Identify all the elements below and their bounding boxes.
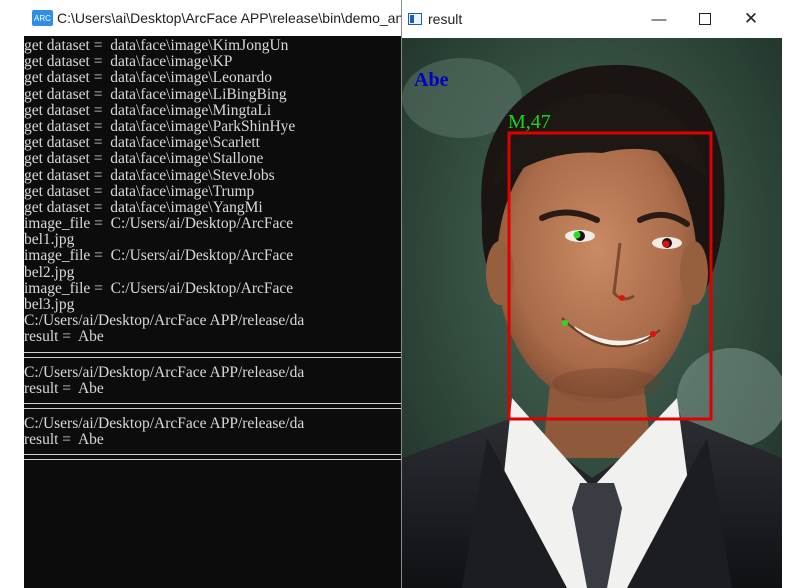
console-line: result = Abe bbox=[24, 329, 104, 346]
console-line: C:/Users/ai/Desktop/ArcFace APP/release/… bbox=[24, 313, 305, 330]
console-line: image_file = C:/Users/ai/Desktop/ArcFace bbox=[24, 216, 294, 233]
result-image: Abe M,47 bbox=[402, 38, 782, 588]
overlay-name-label: Abe bbox=[414, 69, 449, 91]
separator-line bbox=[24, 454, 404, 461]
console-line: get dataset = data\face\image\Stallone bbox=[24, 151, 264, 168]
console-line: get dataset = data\face\image\KP bbox=[24, 54, 233, 71]
console-line: get dataset = data\face\image\LiBingBing bbox=[24, 86, 287, 103]
console-title: C:\Users\ai\Desktop\ArcFace APP\release\… bbox=[56, 10, 404, 26]
result-titlebar[interactable]: result — ✕ bbox=[402, 0, 782, 38]
console-block-result-3: C:/Users/ai/Desktop/ArcFace APP/release/… bbox=[24, 416, 404, 448]
console-line: C:/Users/ai/Desktop/ArcFace APP/release/… bbox=[24, 364, 305, 381]
maximize-icon bbox=[699, 13, 711, 25]
console-line: get dataset = data\face\image\YangMi bbox=[24, 199, 263, 216]
console-app-icon: ARC bbox=[32, 10, 53, 26]
console-line: get dataset = data\face\image\MingtaLi bbox=[24, 102, 272, 119]
console-line: result = Abe bbox=[24, 432, 104, 449]
landmark-mouth-left bbox=[562, 320, 568, 326]
console-line: bel2.jpg bbox=[24, 264, 75, 281]
console-line: get dataset = data\face\image\Scarlett bbox=[24, 135, 260, 152]
window-icon bbox=[408, 13, 422, 25]
separator-line bbox=[24, 402, 404, 409]
console-line: get dataset = data\face\image\ParkShinHy… bbox=[24, 118, 296, 135]
console-line: get dataset = data\face\image\Trump bbox=[24, 183, 255, 200]
overlay-gender-age-label: M,47 bbox=[508, 111, 551, 133]
console-line: bel3.jpg bbox=[24, 297, 75, 313]
minimize-icon: — bbox=[651, 10, 667, 28]
console-titlebar[interactable]: ARC C:\Users\ai\Desktop\ArcFace APP\rele… bbox=[24, 0, 404, 36]
console-line: bel1.jpg bbox=[24, 232, 75, 249]
console-line: image_file = C:/Users/ai/Desktop/ArcFace bbox=[24, 280, 294, 297]
face-photo: Abe M,47 bbox=[402, 38, 782, 588]
console-line: get dataset = data\face\image\Leonardo bbox=[24, 70, 273, 87]
console-line: C:/Users/ai/Desktop/ArcFace APP/release/… bbox=[24, 415, 305, 432]
minimize-button[interactable]: — bbox=[636, 0, 682, 38]
console-block-result-2: C:/Users/ai/Desktop/ArcFace APP/release/… bbox=[24, 365, 404, 397]
separator-line bbox=[24, 351, 404, 358]
console-output: get dataset = data\face\image\KimJongUn g… bbox=[24, 38, 404, 588]
console-line: get dataset = data\face\image\KimJongUn bbox=[24, 38, 289, 54]
landmark-nose bbox=[619, 295, 625, 301]
close-icon: ✕ bbox=[743, 9, 759, 28]
console-line: image_file = C:/Users/ai/Desktop/ArcFace bbox=[24, 248, 294, 265]
landmark-right-eye bbox=[662, 240, 670, 248]
landmark-left-eye bbox=[573, 231, 581, 239]
close-button[interactable]: ✕ bbox=[728, 0, 774, 38]
landmark-mouth-right bbox=[650, 331, 656, 337]
result-title: result bbox=[428, 11, 463, 27]
console-line: result = Abe bbox=[24, 380, 104, 397]
console-line: get dataset = data\face\image\SteveJobs bbox=[24, 167, 275, 184]
result-window[interactable]: result — ✕ Abe M,47 bbox=[402, 0, 782, 588]
console-block-dataset: get dataset = data\face\image\KimJongUn g… bbox=[24, 38, 404, 346]
console-window[interactable]: ARC C:\Users\ai\Desktop\ArcFace APP\rele… bbox=[24, 0, 404, 588]
maximize-button[interactable] bbox=[682, 0, 728, 38]
